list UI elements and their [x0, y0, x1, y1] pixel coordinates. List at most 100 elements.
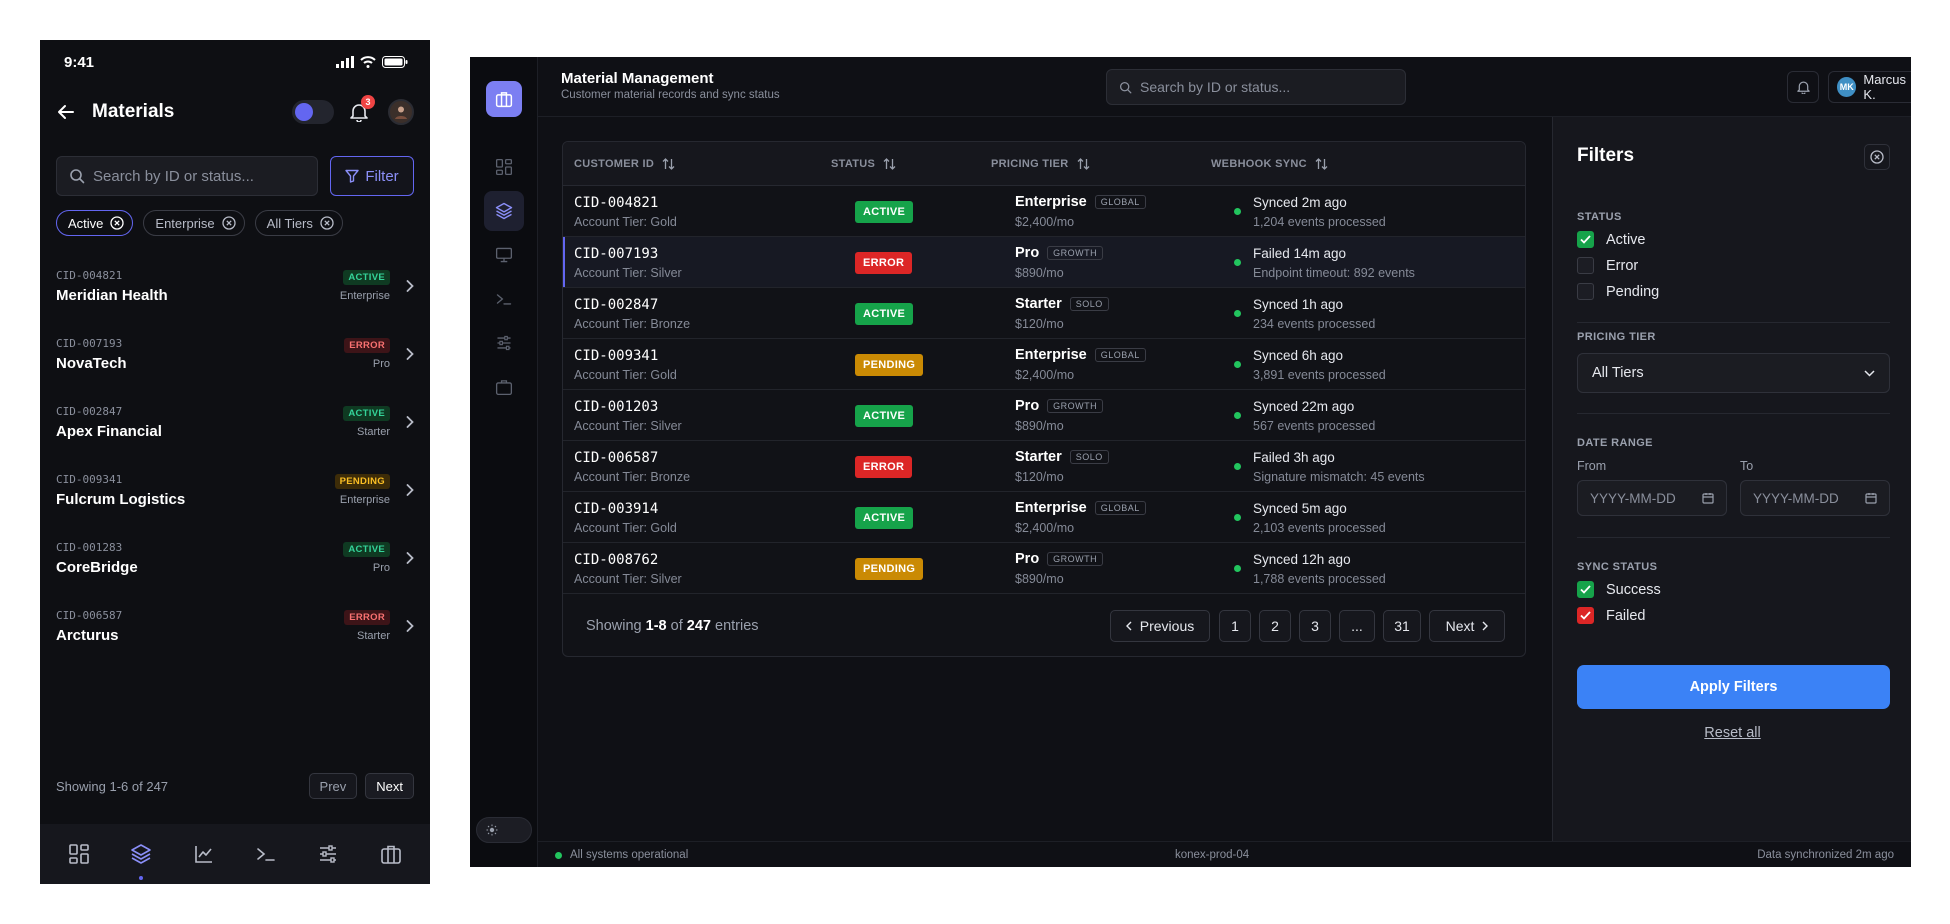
sidebar-item-dashboard[interactable] [484, 147, 524, 187]
chevron-right-icon [406, 348, 414, 360]
user-menu[interactable]: MK Marcus K. [1828, 71, 1911, 103]
table-row[interactable]: CID-007193 Account Tier: Silver ERROR Pr… [563, 237, 1525, 288]
filter-chip-enterprise[interactable]: Enterprise [143, 210, 245, 236]
list-item[interactable]: CID-001283 CoreBridge ACTIVE Pro [40, 524, 430, 592]
notifications-button[interactable] [1787, 71, 1819, 103]
theme-toggle[interactable] [476, 817, 532, 843]
sliders-icon [320, 845, 337, 863]
sort-icon [1315, 157, 1328, 170]
search-input[interactable]: Search by ID or status... [56, 156, 318, 196]
status-badge: ERROR [855, 252, 913, 274]
table-row[interactable]: CID-003914 Account Tier: Gold ACTIVE Ent… [563, 492, 1525, 543]
date-from-input[interactable]: YYYY-MM-DD [1577, 480, 1727, 516]
list-item[interactable]: CID-002847 Apex Financial ACTIVE Starter [40, 388, 430, 456]
close-circle-icon[interactable] [110, 216, 125, 230]
status-badge: PENDING [855, 354, 924, 376]
table-row[interactable]: CID-006587 Account Tier: Bronze ERROR St… [563, 441, 1525, 492]
customer-id: CID-007193 [56, 336, 123, 350]
status-badge: ACTIVE [855, 507, 914, 529]
sync-status-dot [1234, 565, 1241, 572]
sync-events: 2,103 events processed [1253, 521, 1386, 535]
plan-name: Enterprise [1015, 194, 1087, 210]
sidebar-item-materials[interactable] [484, 191, 524, 231]
plan-tag: GROWTH [1047, 399, 1104, 413]
next-button[interactable]: Next [365, 773, 414, 799]
checkbox-checked[interactable] [1577, 581, 1594, 598]
table-row[interactable]: CID-004821 Account Tier: Gold ACTIVE Ent… [563, 186, 1525, 237]
tab-dashboard[interactable] [59, 834, 99, 874]
plan-tag: GLOBAL [1094, 348, 1146, 362]
sync-status: Failed 14m ago [1253, 246, 1347, 261]
pricing-tier-select[interactable]: All Tiers [1577, 353, 1890, 393]
table-row[interactable]: CID-002847 Account Tier: Bronze ACTIVE S… [563, 288, 1525, 339]
notifications-button[interactable]: 3 [350, 95, 375, 122]
checkbox-unchecked[interactable] [1577, 257, 1594, 274]
chart-icon [195, 846, 212, 863]
avatar[interactable] [388, 99, 414, 125]
filter-chip-active[interactable]: Active [56, 210, 134, 236]
list-item[interactable]: CID-007193 NovaTech ERROR Pro [40, 320, 430, 388]
checkbox-unchecked[interactable] [1577, 283, 1594, 300]
list-item[interactable]: CID-006587 Arcturus ERROR Starter [40, 592, 430, 660]
column-header-pricing-tier[interactable]: PRICING TIER [991, 158, 1090, 170]
filters-title: Filters [1577, 145, 1635, 166]
calendar-icon [1702, 493, 1714, 504]
list-item[interactable]: CID-004821 Meridian Health ACTIVE Enterpri… [40, 252, 430, 320]
system-status-text: All systems operational [570, 849, 689, 861]
status-checkbox-active[interactable]: Active [1577, 231, 1646, 248]
next-page-button[interactable]: Next [1429, 610, 1505, 642]
plan-price: $890/mo [1015, 572, 1064, 586]
list-item[interactable]: CID-009341 Fulcrum Logistics PENDING Enter… [40, 456, 430, 524]
theme-toggle[interactable] [292, 100, 334, 124]
sync-time: Data synchronized 2m ago [1757, 849, 1894, 861]
table-row[interactable]: CID-008762 Account Tier: Silver PENDING … [563, 543, 1525, 594]
sidebar-item-inventory[interactable] [484, 367, 524, 407]
status-checkbox-pending[interactable]: Pending [1577, 283, 1659, 300]
page-button-1[interactable]: 1 [1219, 610, 1251, 642]
customer-id: CID-002847 [574, 297, 659, 313]
close-filters-button[interactable] [1864, 144, 1890, 170]
app-logo[interactable] [486, 81, 522, 117]
date-to-input[interactable]: YYYY-MM-DD [1740, 480, 1890, 516]
page-button-2[interactable]: 2 [1259, 610, 1291, 642]
tab-console[interactable] [246, 834, 286, 874]
back-arrow-icon[interactable] [56, 102, 76, 122]
filter-chip-all-tiers[interactable]: All Tiers [254, 210, 343, 236]
table-row[interactable]: CID-009341 Account Tier: Gold PENDING En… [563, 339, 1525, 390]
date-placeholder: YYYY-MM-DD [1753, 490, 1839, 506]
filter-button[interactable]: Filter [330, 156, 414, 196]
status-checkbox-error[interactable]: Error [1577, 257, 1638, 274]
sync-checkbox-success[interactable]: Success [1577, 581, 1661, 598]
sidebar-item-monitor[interactable] [484, 235, 524, 275]
column-header-status[interactable]: STATUS [831, 158, 896, 170]
tab-analytics[interactable] [184, 834, 224, 874]
status-time: 9:41 [64, 53, 95, 71]
close-circle-icon[interactable] [222, 216, 236, 230]
page-button-31[interactable]: 31 [1383, 610, 1421, 642]
prev-button[interactable]: Prev [308, 773, 358, 799]
page-button-3[interactable]: 3 [1299, 610, 1331, 642]
sync-checkbox-failed[interactable]: Failed [1577, 607, 1646, 624]
sidebar-item-console[interactable] [484, 279, 524, 319]
search-input[interactable]: Search by ID or status... [1106, 69, 1406, 105]
checkbox-checked[interactable] [1577, 231, 1594, 248]
tab-settings[interactable] [308, 834, 348, 874]
column-header-customer-id[interactable]: CUSTOMER ID [574, 158, 675, 170]
sidebar-rail [470, 57, 538, 867]
sidebar-item-settings[interactable] [484, 323, 524, 363]
customer-name: NovaTech [56, 354, 127, 372]
active-tab-indicator [139, 876, 144, 880]
checkbox-checked[interactable] [1577, 607, 1594, 624]
customer-id: CID-006587 [574, 450, 659, 466]
tab-inventory[interactable] [371, 834, 411, 874]
reset-all-link[interactable]: Reset all [1704, 725, 1760, 741]
table-row[interactable]: CID-001203 Account Tier: Silver ACTIVE P… [563, 390, 1525, 441]
tab-materials[interactable] [121, 834, 161, 880]
top-bar: Material Management Customer material re… [538, 57, 1911, 117]
check-icon [1580, 611, 1591, 620]
close-circle-icon[interactable] [320, 216, 334, 230]
previous-page-button[interactable]: Previous [1110, 610, 1210, 642]
status-badge: ERROR [344, 338, 390, 353]
apply-filters-button[interactable]: Apply Filters [1577, 665, 1890, 709]
column-header-webhook-sync[interactable]: WEBHOOK SYNC [1211, 158, 1328, 170]
